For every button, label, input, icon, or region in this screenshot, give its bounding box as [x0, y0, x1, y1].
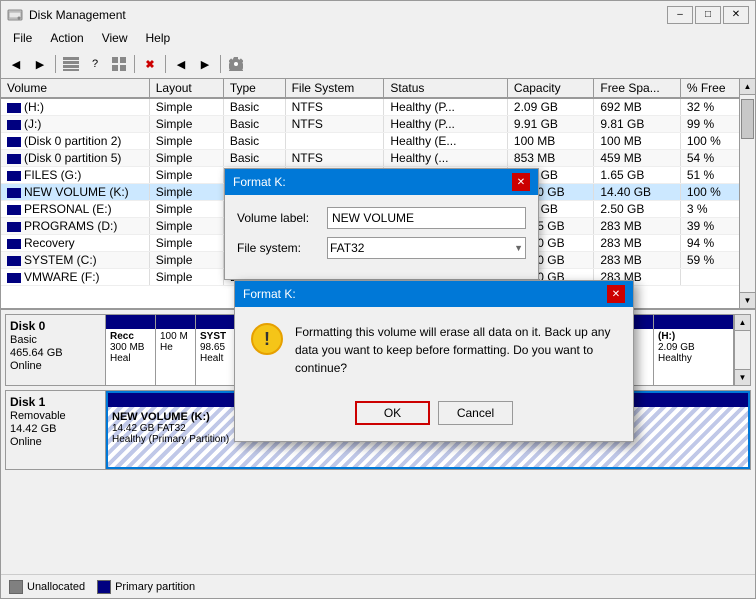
- partition-efi[interactable]: 100 M He: [156, 315, 196, 385]
- col-free[interactable]: Free Spa...: [594, 79, 680, 98]
- file-system-row: File system: FAT32 ▼: [237, 237, 526, 259]
- disk-0-status: Online: [10, 360, 101, 372]
- volume-label-input[interactable]: [327, 207, 526, 229]
- menu-view[interactable]: View: [94, 30, 136, 48]
- close-button[interactable]: ✕: [723, 6, 749, 24]
- table-row[interactable]: (H:) Simple Basic NTFS Healthy (P... 2.0…: [1, 98, 755, 116]
- disk-0-type: Basic: [10, 334, 101, 346]
- scroll-up-btn[interactable]: ▲: [740, 79, 755, 95]
- toolbar-sep-1: [55, 55, 56, 73]
- col-capacity[interactable]: Capacity: [507, 79, 593, 98]
- confirm-body: ! Formatting this volume will erase all …: [235, 307, 633, 393]
- legend-primary-swatch: [97, 580, 111, 594]
- legend-unallocated-swatch: [9, 580, 23, 594]
- disk-view-scrollbar[interactable]: ▲ ▼: [734, 315, 750, 385]
- format-dialog-title: Format K:: [233, 175, 286, 189]
- title-bar: Disk Management – □ ✕: [0, 0, 756, 28]
- partition-header: [654, 315, 733, 329]
- delete-button[interactable]: ✖: [139, 53, 161, 75]
- disk-1-status: Online: [10, 436, 101, 448]
- file-system-value: FAT32: [330, 241, 364, 255]
- disk-1-type: Removable: [10, 410, 101, 422]
- maximize-button[interactable]: □: [695, 6, 721, 24]
- window-controls: – □ ✕: [667, 6, 749, 24]
- partition-name: Recc: [110, 331, 151, 342]
- warning-icon: !: [251, 323, 283, 355]
- file-system-select[interactable]: FAT32 ▼: [327, 237, 526, 259]
- partition-size: 2.09 GB: [658, 342, 729, 353]
- back-button[interactable]: ◀: [5, 53, 27, 75]
- confirm-dialog[interactable]: Format K: ✕ ! Formatting this volume wil…: [234, 280, 634, 442]
- menu-help[interactable]: Help: [138, 30, 179, 48]
- legend-unallocated: Unallocated: [9, 580, 85, 594]
- partition-h[interactable]: (H:) 2.09 GB Healthy: [654, 315, 734, 385]
- confirm-close-button[interactable]: ✕: [607, 285, 625, 303]
- disk-1-label: Disk 1 Removable 14.42 GB Online: [6, 391, 106, 469]
- legend: Unallocated Primary partition: [1, 574, 755, 598]
- disk-0-size: 465.64 GB: [10, 347, 101, 359]
- dv-scroll-down[interactable]: ▼: [735, 369, 750, 385]
- partition-status: Heal: [110, 353, 151, 364]
- volume-label-text: Volume label:: [237, 211, 327, 225]
- settings-button[interactable]: [225, 53, 247, 75]
- table-row[interactable]: (Disk 0 partition 5) Simple Basic NTFS H…: [1, 150, 755, 167]
- confirm-dialog-title: Format K:: [243, 287, 296, 301]
- confirm-title-bar: Format K: ✕: [235, 281, 633, 307]
- select-arrow-icon: ▼: [514, 243, 523, 253]
- partition-header: [156, 315, 195, 329]
- cancel-button[interactable]: Cancel: [438, 401, 513, 425]
- menu-bar: File Action View Help: [0, 28, 756, 50]
- list-view-button[interactable]: [60, 53, 82, 75]
- grid-button[interactable]: [108, 53, 130, 75]
- table-row[interactable]: (J:) Simple Basic NTFS Healthy (P... 9.9…: [1, 116, 755, 133]
- volume-label-row: Volume label:: [237, 207, 526, 229]
- col-volume[interactable]: Volume: [1, 79, 149, 98]
- toolbar: ◀ ▶ ? ✖ ◀ ▶: [0, 50, 756, 78]
- scroll-down-btn[interactable]: ▼: [740, 292, 755, 308]
- file-system-text: File system:: [237, 241, 327, 255]
- disk-0-name: Disk 0: [10, 319, 101, 333]
- disk-1-name: Disk 1: [10, 395, 101, 409]
- menu-file[interactable]: File: [5, 30, 40, 48]
- partition-size: 300 MB: [110, 342, 151, 353]
- toolbar-sep-2: [134, 55, 135, 73]
- dv-scroll-up[interactable]: ▲: [735, 315, 750, 331]
- format-dialog-close[interactable]: ✕: [512, 173, 530, 191]
- table-scrollbar[interactable]: ▲ ▼: [739, 79, 755, 308]
- help-button[interactable]: ?: [84, 53, 106, 75]
- col-type[interactable]: Type: [223, 79, 285, 98]
- col-status[interactable]: Status: [384, 79, 508, 98]
- undo-button[interactable]: ◀: [170, 53, 192, 75]
- partition-header: [106, 315, 155, 329]
- app-title: Disk Management: [29, 8, 126, 22]
- partition-name: (H:): [658, 331, 729, 342]
- ok-button[interactable]: OK: [355, 401, 430, 425]
- minimize-button[interactable]: –: [667, 6, 693, 24]
- disk-0-label: Disk 0 Basic 465.64 GB Online: [6, 315, 106, 385]
- disk-1-size: 14.42 GB: [10, 423, 101, 435]
- forward-button[interactable]: ▶: [29, 53, 51, 75]
- partition-status: Healthy: [658, 353, 729, 364]
- table-row[interactable]: (Disk 0 partition 2) Simple Basic Health…: [1, 133, 755, 150]
- partition-size: 100 M: [160, 331, 191, 342]
- col-layout[interactable]: Layout: [149, 79, 223, 98]
- app-icon: [7, 7, 23, 23]
- partition-status: He: [160, 342, 191, 353]
- col-fs[interactable]: File System: [285, 79, 384, 98]
- redo-button[interactable]: ▶: [194, 53, 216, 75]
- legend-unallocated-label: Unallocated: [27, 581, 85, 593]
- partition-recovery[interactable]: Recc 300 MB Heal: [106, 315, 156, 385]
- menu-action[interactable]: Action: [42, 30, 91, 48]
- legend-primary: Primary partition: [97, 580, 195, 594]
- toolbar-sep-4: [220, 55, 221, 73]
- legend-primary-label: Primary partition: [115, 581, 195, 593]
- format-dialog-title-bar: Format K: ✕: [225, 169, 538, 195]
- format-dialog-body: Volume label: File system: FAT32 ▼: [225, 195, 538, 279]
- scroll-thumb[interactable]: [741, 99, 754, 139]
- confirm-message: Formatting this volume will erase all da…: [295, 323, 617, 377]
- toolbar-sep-3: [165, 55, 166, 73]
- format-dialog[interactable]: Format K: ✕ Volume label: File system: F…: [224, 168, 539, 280]
- confirm-buttons: OK Cancel: [235, 393, 633, 441]
